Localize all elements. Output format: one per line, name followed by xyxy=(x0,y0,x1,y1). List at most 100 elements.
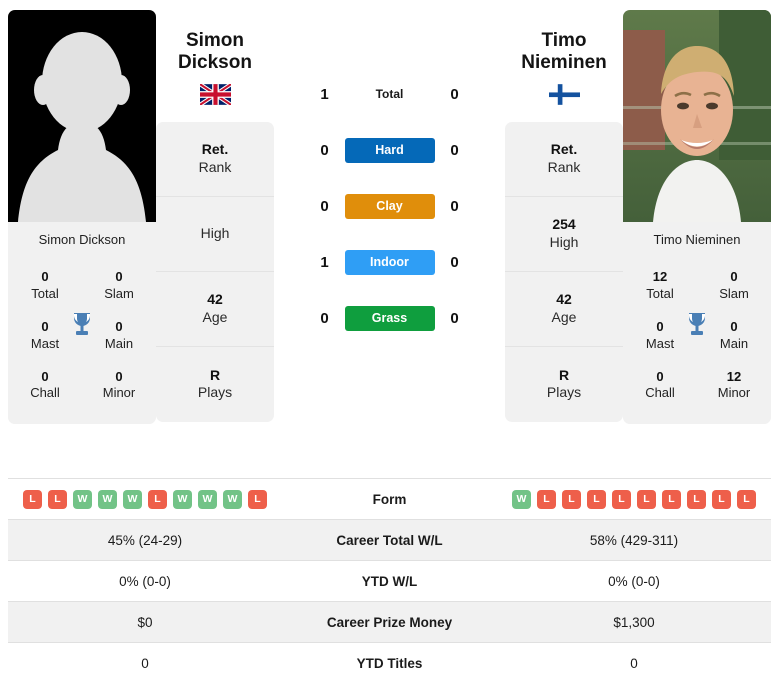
left-player-photo-card[interactable]: Simon Dickson 0 Total 0 Slam 0 Mast 0 Ma… xyxy=(8,10,156,425)
h2h-indoor-left-score: 1 xyxy=(320,253,329,271)
right-bio-rank-value: Ret. xyxy=(550,141,578,158)
right-title-minor: 12 Minor xyxy=(697,361,771,411)
left-title-minor-value: 0 xyxy=(115,368,123,384)
silhouette-avatar-icon xyxy=(8,10,156,222)
player-portrait-photo xyxy=(623,10,771,222)
h2h-hard-right-score: 0 xyxy=(450,141,459,159)
left-title-chall-value: 0 xyxy=(41,368,49,384)
right-player-last-name: Nieminen xyxy=(521,52,607,74)
right-bio-plays: R Plays xyxy=(505,347,623,422)
right-title-mast-label: Mast xyxy=(645,335,675,351)
h2h-grass-left-score: 0 xyxy=(320,309,329,327)
left-title-slam-label: Slam xyxy=(104,285,134,301)
h2h-hard-left-score: 0 xyxy=(320,141,329,159)
right-title-chall-value: 0 xyxy=(656,368,664,384)
right-ytd-wl: 0% (0-0) xyxy=(497,560,771,602)
table-row-form: LLWWWLWWWL Form WLLLLLLLLL xyxy=(8,478,771,520)
right-bio-rank-label: Rank xyxy=(547,158,581,175)
h2h-row-hard: 0 Hard 0 xyxy=(305,122,475,178)
right-title-chall: 0 Chall xyxy=(623,361,697,411)
left-career-total-wl: 45% (24-29) xyxy=(8,519,282,561)
left-player-name[interactable]: Simon Dickson xyxy=(178,30,252,75)
left-player-photo xyxy=(8,10,156,222)
right-form-badge: L xyxy=(587,489,606,509)
right-title-minor-value: 12 xyxy=(726,368,742,384)
left-bio-plays: R Plays xyxy=(156,347,274,422)
left-ytd-wl: 0% (0-0) xyxy=(8,560,282,602)
surface-pill-hard[interactable]: Hard xyxy=(344,137,435,163)
h2h-clay-right-score: 0 xyxy=(450,197,459,215)
left-title-main-label: Main xyxy=(104,335,134,351)
right-title-total-label: Total xyxy=(646,285,674,301)
surface-pill-indoor[interactable]: Indoor xyxy=(344,249,435,275)
left-title-total-label: Total xyxy=(31,285,59,301)
right-form-badge: L xyxy=(612,489,631,509)
right-title-total: 12 Total xyxy=(623,261,697,311)
left-title-total-value: 0 xyxy=(41,269,49,284)
left-form-badge: W xyxy=(173,489,192,509)
surface-pill-clay[interactable]: Clay xyxy=(344,193,435,219)
row-label-career-prize-money: Career Prize Money xyxy=(282,601,497,643)
left-form-badge: L xyxy=(248,489,267,509)
table-row-ytd-wl: 0% (0-0) YTD W/L 0% (0-0) xyxy=(8,560,771,602)
right-titles-grid: 12 Total 0 Slam 0 Mast 0 Main 0 Chall 12… xyxy=(623,259,771,425)
h2h-total-right-score: 0 xyxy=(450,85,459,103)
left-title-slam-value: 0 xyxy=(115,269,123,284)
left-title-slam: 0 Slam xyxy=(82,261,156,311)
left-bio-age-value: 42 xyxy=(207,291,223,308)
left-ytd-titles: 0 xyxy=(8,642,282,684)
h2h-row-indoor: 1 Indoor 0 xyxy=(305,234,475,290)
right-player-photo-card[interactable]: Timo Nieminen 12 Total 0 Slam 0 Mast 0 M… xyxy=(623,10,771,425)
h2h-row-clay: 0 Clay 0 xyxy=(305,178,475,234)
h2h-grass-right-score: 0 xyxy=(450,309,459,327)
trophy-icon xyxy=(689,313,705,335)
left-career-prize-money: $0 xyxy=(8,601,282,643)
right-player-name[interactable]: Timo Nieminen xyxy=(521,30,607,75)
h2h-total-label: Total xyxy=(375,87,404,101)
right-bio-age: 42 Age xyxy=(505,272,623,347)
table-row-career-total-wl: 45% (24-29) Career Total W/L 58% (429-31… xyxy=(8,519,771,561)
left-bio-rank-value: Ret. xyxy=(201,141,229,158)
left-form-badge: W xyxy=(198,489,217,509)
right-title-slam-value: 0 xyxy=(730,269,738,284)
left-form-badge: W xyxy=(73,489,92,509)
left-form-badge: W xyxy=(98,489,117,509)
left-form-badge: L xyxy=(23,489,42,509)
right-title-total-value: 12 xyxy=(652,269,668,284)
left-player-info-column: Simon Dickson Ret. Rank High 42 Age R Pl… xyxy=(156,10,274,422)
comparison-stats-table: LLWWWLWWWL Form WLLLLLLLLL 45% (24-29) C… xyxy=(8,478,771,684)
left-form-cell: LLWWWLWWWL xyxy=(8,478,282,520)
h2h-clay-left-score: 0 xyxy=(320,197,329,215)
right-title-chall-label: Chall xyxy=(645,385,675,401)
right-ytd-titles: 0 xyxy=(497,642,771,684)
left-form-badge: L xyxy=(148,489,167,509)
right-form-badge: W xyxy=(512,489,531,509)
right-form-badge: L xyxy=(562,489,581,509)
right-bio-age-value: 42 xyxy=(556,291,572,308)
right-bio-age-label: Age xyxy=(551,308,577,325)
row-label-form: Form xyxy=(282,478,497,520)
left-player-photo-caption: Simon Dickson xyxy=(8,222,156,259)
right-title-slam: 0 Slam xyxy=(697,261,771,311)
left-form-badge: W xyxy=(123,489,142,509)
head-to-head-column: 1 Total 0 0 Hard 0 0 Clay 0 1 Indoor 0 0… xyxy=(274,10,505,346)
table-row-career-prize-money: $0 Career Prize Money $1,300 xyxy=(8,601,771,643)
fi-flag-icon xyxy=(548,83,580,105)
right-title-minor-label: Minor xyxy=(717,385,751,401)
right-bio-rank: Ret. Rank xyxy=(505,122,623,197)
trophy-icon xyxy=(74,313,90,335)
left-bio-high: High xyxy=(156,197,274,272)
right-form-badge: L xyxy=(662,489,681,509)
row-label-ytd-wl: YTD W/L xyxy=(282,560,497,602)
surface-pill-grass[interactable]: Grass xyxy=(344,305,435,331)
left-player-first-name: Simon xyxy=(185,30,245,51)
gb-flag-icon xyxy=(199,83,231,105)
comparison-section: Simon Dickson 0 Total 0 Slam 0 Mast 0 Ma… xyxy=(0,0,779,478)
right-form-badge: L xyxy=(637,489,656,509)
left-bio-plays-value: R xyxy=(209,366,221,383)
right-player-info-column: Timo Nieminen Ret. Rank 254 High 42 Age … xyxy=(505,10,623,422)
right-bio-high: 254 High xyxy=(505,197,623,272)
left-title-chall-label: Chall xyxy=(30,385,60,401)
right-player-photo xyxy=(623,10,771,222)
player-comparison-page: Simon Dickson 0 Total 0 Slam 0 Mast 0 Ma… xyxy=(0,0,779,699)
